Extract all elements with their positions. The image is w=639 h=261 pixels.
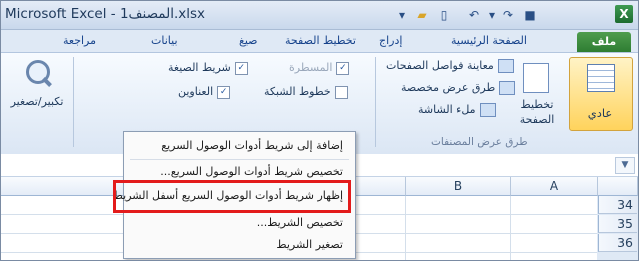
tab-page-layout[interactable]: تخطيط الصفحة	[285, 34, 356, 47]
group-divider	[73, 57, 74, 147]
headings-label: العناوين	[178, 85, 214, 98]
new-document-icon[interactable]: ▯	[436, 7, 452, 23]
tab-insert[interactable]: إدراج	[379, 34, 402, 47]
page-break-icon	[497, 59, 514, 73]
custom-views-button[interactable]: طرق عرض مخصصة	[401, 81, 516, 95]
ribbon-tabs: ملف الصفحة الرئيسية إدراج تخطيط الصفحة ص…	[1, 30, 638, 52]
gridlines-label: خطوط الشبكة	[264, 85, 331, 98]
row-header[interactable]: 34	[598, 196, 637, 214]
menu-separator	[130, 159, 349, 160]
full-screen-label: ملء الشاشة	[418, 103, 476, 116]
checkbox-check-icon: ✓	[217, 85, 231, 99]
headings-checkbox[interactable]: ✓العناوين	[178, 85, 231, 99]
grid-line	[510, 196, 511, 260]
excel-icon[interactable]: X	[615, 5, 633, 23]
normal-view-label: عادي	[587, 106, 613, 120]
workbook-views-group-label: طرق عرض المصنفات	[431, 136, 528, 148]
zoom-button[interactable]: تكبير/تصغير	[6, 55, 68, 127]
select-all-corner[interactable]	[598, 177, 638, 196]
column-header-a[interactable]: A	[511, 177, 598, 196]
zoom-label: تكبير/تصغير	[10, 95, 64, 108]
row-header[interactable]: 35	[598, 215, 637, 233]
save-icon[interactable]: ■	[522, 7, 538, 23]
group-divider	[375, 57, 376, 147]
normal-view-icon	[587, 64, 615, 92]
page-layout-view-button[interactable]: تخطيط الصفحة	[509, 57, 565, 129]
menu-item-label: تصغير الشريط	[276, 238, 343, 251]
title-bar: Microsoft Excel - المصنف1.xlsx ▾ ▰ ▯ ↶ ▾…	[1, 1, 638, 30]
row-header[interactable]: 36	[598, 234, 637, 252]
page-break-label: معاينة فواصل الصفحات	[386, 59, 494, 72]
custom-views-icon	[499, 81, 516, 95]
normal-view-button[interactable]: عادي	[569, 57, 633, 131]
tab-data[interactable]: بيانات	[151, 34, 178, 47]
window-title: Microsoft Excel - المصنف1.xlsx	[5, 6, 206, 22]
checkbox-check-icon: ✓	[234, 61, 248, 75]
menu-item-label: تخصيص شريط أدوات الوصول السريع...	[160, 165, 343, 178]
highlight-box	[113, 180, 351, 213]
customize-dropdown-icon[interactable]: ▾	[394, 7, 410, 23]
tab-home[interactable]: الصفحة الرئيسية	[451, 34, 527, 47]
redo-icon[interactable]: ↷	[500, 7, 516, 23]
page-layout-label: تخطيط الصفحة	[519, 98, 555, 126]
full-screen-icon	[479, 103, 496, 117]
dropdown-icon[interactable]: ▾	[484, 7, 500, 23]
page-break-preview-button[interactable]: معاينة فواصل الصفحات	[386, 59, 514, 73]
menu-item-label: إضافة إلى شريط أدوات الوصول السريع	[161, 139, 343, 152]
undo-icon[interactable]: ↶	[466, 7, 482, 23]
column-header-b[interactable]: B	[406, 177, 511, 196]
grid-line	[405, 196, 406, 260]
formula-bar-checkbox[interactable]: ✓شريط الصيغة	[168, 61, 248, 75]
gridlines-checkbox[interactable]: خطوط الشبكة	[264, 85, 348, 99]
excel-window: Microsoft Excel - المصنف1.xlsx ▾ ▰ ▯ ↶ ▾…	[0, 0, 639, 261]
tab-file[interactable]: ملف	[577, 32, 631, 52]
checkbox-check-icon: ✓	[336, 61, 350, 75]
chevron-down-icon[interactable]: ▼	[615, 157, 635, 174]
formula-bar-label: شريط الصيغة	[168, 61, 231, 74]
ruler-checkbox[interactable]: ✓المسطرة	[289, 61, 350, 75]
page-layout-icon	[523, 63, 549, 93]
menu-item-customize-ribbon[interactable]: تخصيص الشريط...	[124, 212, 355, 234]
full-screen-button[interactable]: ملء الشاشة	[418, 103, 496, 117]
menu-item-minimize-ribbon[interactable]: تصغير الشريط	[124, 234, 355, 256]
magnifier-handle	[42, 77, 52, 87]
ruler-label: المسطرة	[289, 61, 333, 74]
menu-item-label: تخصيص الشريط...	[256, 216, 343, 229]
tab-review[interactable]: مراجعة	[63, 34, 96, 47]
menu-item-add-to-qat[interactable]: إضافة إلى شريط أدوات الوصول السريع	[124, 135, 355, 157]
custom-views-label: طرق عرض مخصصة	[401, 81, 496, 94]
checkbox-empty-icon	[334, 85, 348, 99]
folder-open-icon[interactable]: ▰	[414, 7, 430, 23]
tab-formulas[interactable]: صيغ	[239, 34, 258, 47]
